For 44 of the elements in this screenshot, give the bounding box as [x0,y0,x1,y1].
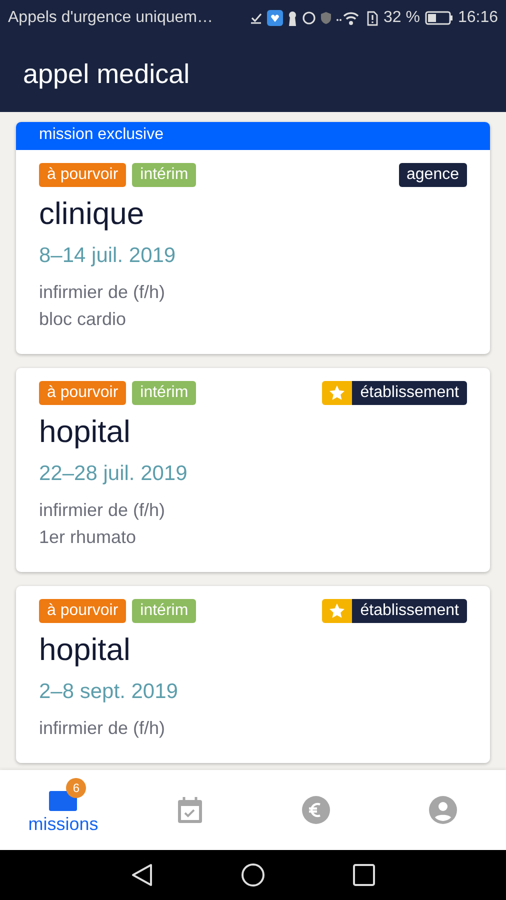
mission-role: infirmier de (f/h) [39,282,166,303]
status-tag: intérim [132,163,196,187]
mission-role: infirmier de (f/h) [39,718,166,739]
keyhole-icon [288,10,298,26]
circle-icon [302,11,316,25]
status-tag: à pourvoir [39,381,126,405]
recents-icon[interactable] [353,864,375,886]
source-tag: agence [398,163,467,187]
exclusive-banner: mission exclusive [16,122,490,150]
mission-dates: 2–8 sept. 2019 [39,680,179,704]
mission-place: hopital [39,632,132,668]
source-tag: établissement [352,599,467,623]
shield-icon [321,12,332,24]
clock: 16:16 [458,9,498,27]
calendar-check-icon [176,796,203,824]
mission-place: hopital [39,414,132,450]
mission-card[interactable]: mission exclusive à pourvoir intérim agence clinique 8–14 juil. 2019 infirmier de (f/h) bloc cardio [16,122,490,354]
battery-icon [424,11,453,25]
status-tag: intérim [132,599,196,623]
status-tag: intérim [132,381,196,405]
status-tag: à pourvoir [39,599,126,623]
status-notice: Appels d'urgence uniquem… [8,9,213,27]
back-icon[interactable] [131,863,153,887]
source-tag: établissement [352,381,467,405]
status-tag: à pourvoir [39,163,126,187]
download-done-icon [250,12,262,24]
home-icon[interactable] [241,863,265,887]
profile-icon [428,796,457,824]
count-badge: 6 [66,778,86,798]
app-icon [267,10,284,26]
mission-dates: 22–28 juil. 2019 [39,462,188,486]
battery-percent: 32 % [383,9,420,27]
mission-unit: 1er rhumato [39,527,138,548]
mission-role: infirmier de (f/h) [39,500,166,521]
sim-alert-icon [367,10,378,26]
star-icon [328,602,346,620]
mission-card[interactable]: à pourvoir intérim établissement hopital 22–28 juil. 2019 infirmier de (f/h) 1er rhumato [16,368,490,572]
app-title: appel medical [23,58,190,90]
mission-card[interactable]: à pourvoir intérim établissement hopital 2–8 sept. 2019 infirmier de (f/h) [16,586,490,763]
euro-icon [302,796,330,824]
mission-dates: 8–14 juil. 2019 [39,244,177,268]
mission-unit: bloc cardio [39,309,128,330]
star-icon [328,384,346,402]
mission-place: clinique [39,196,146,232]
